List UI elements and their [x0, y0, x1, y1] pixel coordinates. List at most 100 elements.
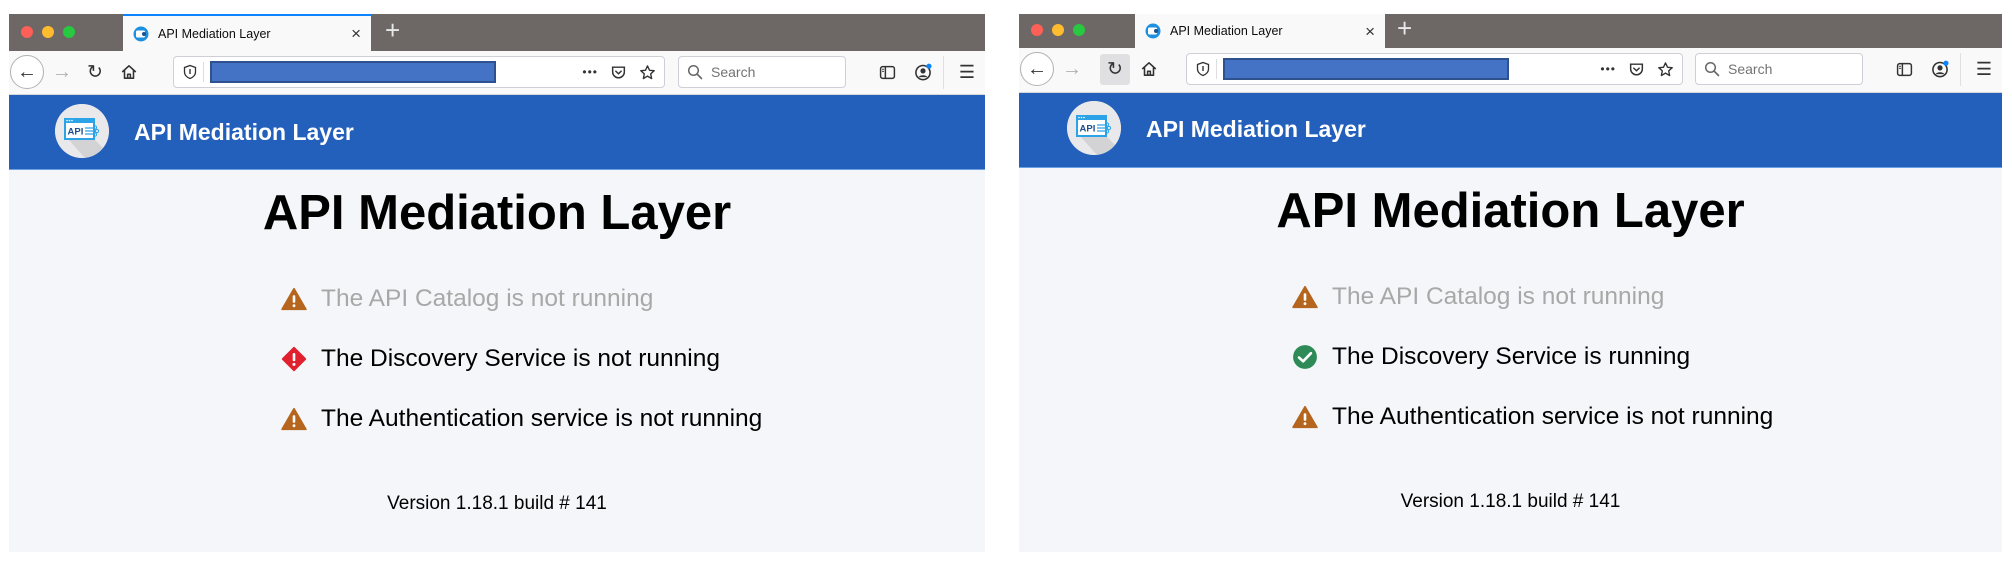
page-actions: •••: [1600, 58, 1674, 80]
tracking-shield-icon[interactable]: [182, 64, 198, 80]
tab-bar: API Mediation Layer × +: [1019, 14, 2002, 48]
reload-icon: ↻: [87, 61, 103, 83]
arrow-left-icon: ←: [1027, 57, 1047, 80]
page-actions-menu-icon[interactable]: •••: [582, 65, 598, 79]
search-box[interactable]: [678, 56, 846, 88]
close-window-button[interactable]: [1031, 24, 1043, 36]
search-input[interactable]: [1726, 60, 1850, 78]
hamburger-menu-icon: ☰: [958, 61, 976, 82]
main-content: API Mediation Layer The API Catalog is n…: [1019, 181, 2002, 513]
forward-button[interactable]: →: [1059, 56, 1085, 82]
navigation-toolbar: ← → ↻ ••• ☰: [1019, 48, 2002, 93]
reload-button[interactable]: ↻: [82, 59, 108, 85]
browser-tab[interactable]: API Mediation Layer ×: [123, 14, 371, 51]
new-tab-button[interactable]: +: [1397, 15, 1412, 41]
hamburger-menu-icon: ☰: [1975, 58, 1993, 79]
tab-bar: API Mediation Layer × +: [9, 14, 985, 51]
tab-title: API Mediation Layer: [1170, 24, 1283, 38]
account-icon: [1931, 60, 1949, 78]
address-bar[interactable]: •••: [1186, 53, 1683, 85]
api-ml-favicon-icon: [1145, 23, 1161, 39]
warning-icon: [281, 406, 307, 432]
version-info: Version 1.18.1 build # 141: [387, 493, 607, 514]
sidebar-icon: [879, 64, 896, 81]
status-item-discovery-service: The Discovery Service is running: [1292, 327, 1792, 387]
search-box[interactable]: [1695, 53, 1863, 85]
url-separator: [1216, 59, 1217, 79]
bookmark-star-icon[interactable]: [1657, 61, 1674, 78]
tab-title: API Mediation Layer: [158, 26, 271, 41]
page-actions-menu-icon[interactable]: •••: [1600, 62, 1616, 76]
arrow-right-icon: →: [52, 60, 72, 83]
app-name[interactable]: API Mediation Layer: [1146, 116, 1366, 143]
api-ml-logo-icon[interactable]: [1067, 101, 1121, 155]
page-actions: •••: [582, 61, 656, 83]
home-button[interactable]: [116, 59, 142, 85]
toolbar-separator: [1960, 53, 1961, 86]
toolbar-separator: [943, 56, 944, 89]
navigation-toolbar: ← → ↻ ••• ☰: [9, 51, 985, 95]
status-text: The Discovery Service is running: [1332, 343, 1691, 370]
page-title: API Mediation Layer: [1276, 184, 1745, 238]
menu-button[interactable]: ☰: [954, 59, 980, 85]
pocket-icon[interactable]: [1628, 61, 1645, 78]
home-icon: [1140, 60, 1158, 78]
warning-icon: [1292, 404, 1318, 430]
forward-button[interactable]: →: [49, 59, 75, 85]
redacted-url[interactable]: [1223, 58, 1509, 80]
status-list: The API Catalog is not running The Disco…: [1268, 267, 1792, 447]
new-tab-button[interactable]: +: [385, 17, 400, 43]
search-icon: [1704, 61, 1720, 77]
reload-button[interactable]: ↻: [1100, 54, 1130, 85]
maximize-window-button[interactable]: [1073, 24, 1085, 36]
back-button[interactable]: ←: [10, 55, 44, 89]
status-item-api-catalog: The API Catalog is not running: [281, 269, 781, 329]
bookmark-star-icon[interactable]: [639, 64, 656, 81]
close-tab-icon[interactable]: ×: [1365, 23, 1375, 40]
sidebar-icon: [1896, 61, 1913, 78]
app-name[interactable]: API Mediation Layer: [134, 119, 354, 146]
browser-window-left: API Mediation Layer × + ← → ↻ ••• ☰: [9, 14, 985, 552]
api-ml-logo-icon[interactable]: [55, 104, 109, 158]
maximize-window-button[interactable]: [63, 26, 75, 38]
address-bar[interactable]: •••: [173, 56, 665, 88]
reload-icon: ↻: [1107, 59, 1123, 80]
version-info: Version 1.18.1 build # 141: [1400, 491, 1621, 512]
browser-tab[interactable]: API Mediation Layer ×: [1135, 14, 1385, 48]
sidebar-button[interactable]: [874, 59, 900, 85]
menu-button[interactable]: ☰: [1971, 56, 1997, 82]
close-window-button[interactable]: [21, 26, 33, 38]
status-item-authentication-service: The Authentication service is not runnin…: [281, 389, 781, 449]
search-icon: [687, 64, 703, 80]
sidebar-button[interactable]: [1891, 56, 1917, 82]
status-item-discovery-service: The Discovery Service is not running: [281, 329, 781, 389]
minimize-window-button[interactable]: [1052, 24, 1064, 36]
home-icon: [120, 63, 138, 81]
status-item-authentication-service: The Authentication service is not runnin…: [1292, 387, 1792, 447]
page-title: API Mediation Layer: [262, 186, 732, 240]
browser-window-right: API Mediation Layer × + ← → ↻ ••• ☰: [1019, 14, 2002, 552]
app-header: API Mediation Layer: [9, 95, 985, 170]
arrow-left-icon: ←: [17, 60, 37, 83]
account-button[interactable]: [910, 59, 936, 85]
minimize-window-button[interactable]: [42, 26, 54, 38]
window-controls: [1031, 24, 1085, 36]
warning-icon: [281, 286, 307, 312]
account-button[interactable]: [1927, 56, 1953, 82]
search-input[interactable]: [709, 63, 833, 81]
home-button[interactable]: [1136, 56, 1162, 82]
arrow-right-icon: →: [1062, 57, 1082, 80]
status-text: The API Catalog is not running: [321, 285, 654, 312]
api-ml-favicon-icon: [133, 26, 149, 42]
app-header: API Mediation Layer: [1019, 93, 2002, 168]
url-separator: [203, 62, 204, 82]
error-icon: [281, 346, 307, 372]
back-button[interactable]: ←: [1020, 52, 1054, 86]
close-tab-icon[interactable]: ×: [351, 25, 361, 42]
redacted-url[interactable]: [210, 61, 496, 83]
success-icon: [1292, 344, 1318, 370]
status-text: The API Catalog is not running: [1332, 283, 1665, 310]
pocket-icon[interactable]: [610, 64, 627, 81]
tracking-shield-icon[interactable]: [1195, 61, 1211, 77]
status-list: The API Catalog is not running The Disco…: [257, 269, 781, 449]
